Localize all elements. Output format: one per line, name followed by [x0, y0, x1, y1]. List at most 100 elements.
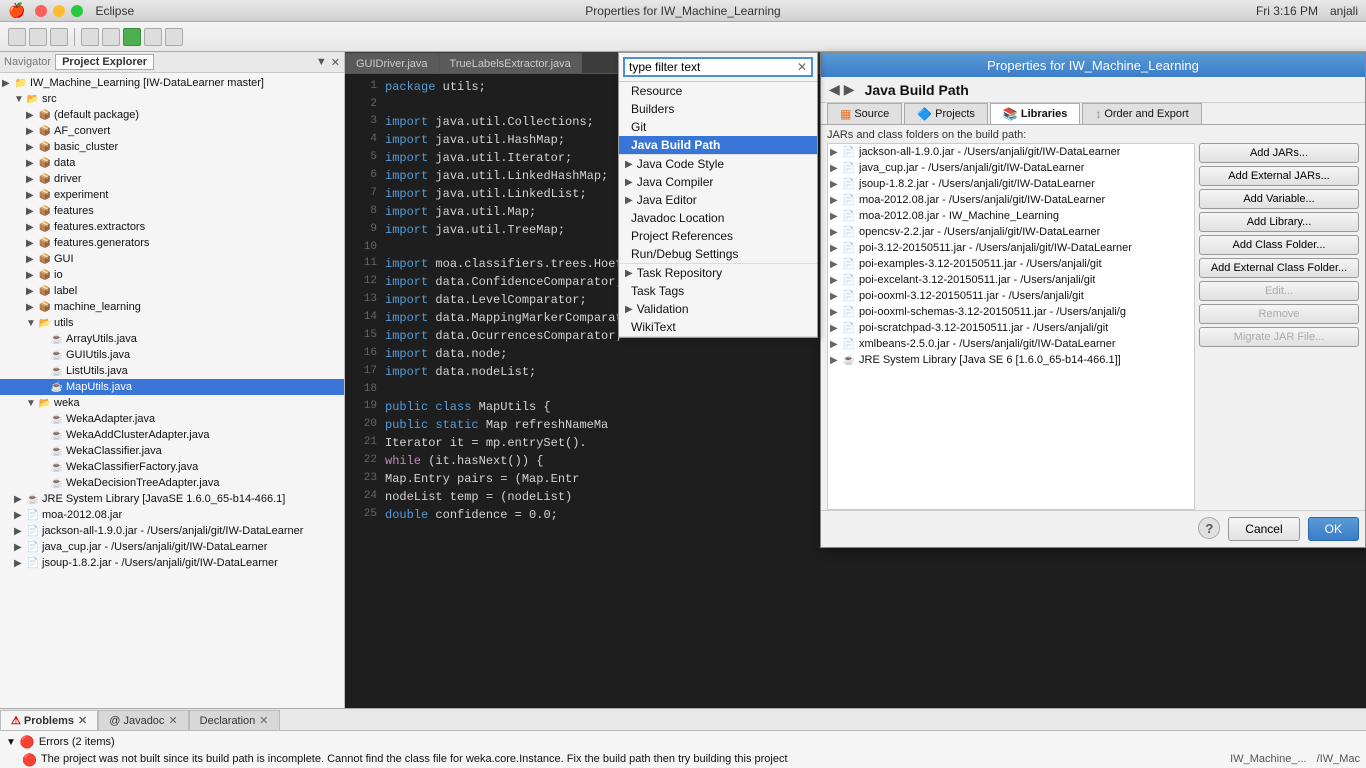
sidebar-item-jackson[interactable]: ▶ 📄 jackson-all-1.9.0.jar - /Users/anjal…: [0, 523, 344, 539]
clear-search-icon[interactable]: ✕: [797, 60, 807, 74]
jar-list[interactable]: ▶ 📄 jackson-all-1.9.0.jar - /Users/anjal…: [827, 143, 1195, 510]
jar-item-poi-ooxml-schemas[interactable]: ▶ 📄 poi-ooxml-schemas-3.12-20150511.jar …: [828, 304, 1194, 320]
jar-item-poi-ooxml[interactable]: ▶ 📄 poi-ooxml-3.12-20150511.jar - /Users…: [828, 288, 1194, 304]
sidebar-item-map-utils[interactable]: ☕ MapUtils.java: [0, 379, 344, 395]
sidebar-item-weka-dt[interactable]: ☕ WekaDecisionTreeAdapter.java: [0, 475, 344, 491]
jar-item-jre[interactable]: ▶ ☕ JRE System Library [Java SE 6 [1.6.0…: [828, 352, 1194, 368]
tab-javadoc[interactable]: @ Javadoc ✕: [98, 710, 188, 730]
menu-item-javadoc[interactable]: Javadoc Location: [619, 209, 817, 227]
help-icon[interactable]: ?: [1198, 517, 1220, 539]
tab-source[interactable]: ▦ Source: [827, 103, 902, 124]
menu-item-task-repo[interactable]: ▶ Task Repository: [619, 264, 817, 282]
sidebar-item-jre[interactable]: ▶ ☕ JRE System Library [JavaSE 1.6.0_65-…: [0, 491, 344, 507]
tree-item-root[interactable]: ▶ 📁 IW_Machine_Learning [IW-DataLearner …: [0, 75, 344, 91]
minimize-button[interactable]: [53, 5, 65, 17]
menu-item-builders[interactable]: Builders: [619, 100, 817, 118]
menu-item-wikitext[interactable]: WikiText: [619, 318, 817, 336]
toolbar-btn-4[interactable]: [81, 28, 99, 46]
toolbar-btn-1[interactable]: [8, 28, 26, 46]
sidebar-item-experiment[interactable]: ▶ 📦 experiment: [0, 187, 344, 203]
menu-item-resource[interactable]: Resource: [619, 82, 817, 100]
sidebar-item-features[interactable]: ▶ 📦 features: [0, 203, 344, 219]
toolbar-btn-7[interactable]: [165, 28, 183, 46]
jar-item-poi-examples[interactable]: ▶ 📄 poi-examples-3.12-20150511.jar - /Us…: [828, 256, 1194, 272]
menu-item-java-editor[interactable]: ▶ Java Editor: [619, 191, 817, 209]
menu-item-run-debug[interactable]: Run/Debug Settings: [619, 245, 817, 263]
tab-libraries[interactable]: 📚 Libraries: [990, 103, 1080, 124]
menu-item-project-refs[interactable]: Project References: [619, 227, 817, 245]
minimize-sidebar-icon[interactable]: ▼: [316, 56, 327, 68]
sidebar-item-ml[interactable]: ▶ 📦 machine_learning: [0, 299, 344, 315]
add-variable-button[interactable]: Add Variable...: [1199, 189, 1359, 209]
declaration-close-icon[interactable]: ✕: [259, 714, 268, 727]
tab-declaration[interactable]: Declaration ✕: [189, 710, 280, 730]
sidebar-item-weka-adapter[interactable]: ☕ WekaAdapter.java: [0, 411, 344, 427]
tab-guidriver[interactable]: GUIDriver.java: [345, 53, 439, 73]
tab-order-export[interactable]: ↕ Order and Export: [1082, 103, 1201, 124]
sidebar-item-src[interactable]: ▼ 📂 src: [0, 91, 344, 107]
jar-item-xmlbeans[interactable]: ▶ 📄 xmlbeans-2.5.0.jar - /Users/anjali/g…: [828, 336, 1194, 352]
sidebar-item-label[interactable]: ▶ 📦 label: [0, 283, 344, 299]
sidebar-item-weka[interactable]: ▼ 📂 weka: [0, 395, 344, 411]
tab-projects[interactable]: 🔷 Projects: [904, 103, 988, 124]
maximize-button[interactable]: [71, 5, 83, 17]
jar-item-jsoup[interactable]: ▶ 📄 jsoup-1.8.2.jar - /Users/anjali/git/…: [828, 176, 1194, 192]
navigator-tab[interactable]: Navigator: [4, 56, 51, 68]
run-button[interactable]: [123, 28, 141, 46]
add-external-jars-button[interactable]: Add External JARs...: [1199, 166, 1359, 186]
sidebar-item-array-utils[interactable]: ☕ ArrayUtils.java: [0, 331, 344, 347]
jar-item-poi-scratchpad[interactable]: ▶ 📄 poi-scratchpad-3.12-20150511.jar - /…: [828, 320, 1194, 336]
jar-item-moa-1[interactable]: ▶ 📄 moa-2012.08.jar - /Users/anjali/git/…: [828, 192, 1194, 208]
toolbar-btn-3[interactable]: [50, 28, 68, 46]
add-jars-button[interactable]: Add JARs...: [1199, 143, 1359, 163]
sidebar-item-default-pkg[interactable]: ▶ 📦 (default package): [0, 107, 344, 123]
sidebar-item-jsoup[interactable]: ▶ 📄 jsoup-1.8.2.jar - /Users/anjali/git/…: [0, 555, 344, 571]
menu-item-java-code-style[interactable]: ▶ Java Code Style: [619, 155, 817, 173]
close-sidebar-icon[interactable]: ✕: [331, 56, 340, 69]
add-library-button[interactable]: Add Library...: [1199, 212, 1359, 232]
sidebar-item-driver[interactable]: ▶ 📦 driver: [0, 171, 344, 187]
problems-close-icon[interactable]: ✕: [78, 714, 87, 727]
migrate-jar-button[interactable]: Migrate JAR File...: [1199, 327, 1359, 347]
sidebar-item-feat-ext[interactable]: ▶ 📦 features.extractors: [0, 219, 344, 235]
sidebar-item-utils[interactable]: ▼ 📂 utils: [0, 315, 344, 331]
tab-problems[interactable]: ⚠ Problems ✕: [0, 710, 98, 730]
tab-truelabels[interactable]: TrueLabelsExtractor.java: [439, 53, 582, 73]
menu-item-java-compiler[interactable]: ▶ Java Compiler: [619, 173, 817, 191]
menu-item-validation[interactable]: ▶ Validation: [619, 300, 817, 318]
jar-item-java-cup[interactable]: ▶ 📄 java_cup.jar - /Users/anjali/git/IW-…: [828, 160, 1194, 176]
sidebar-item-gui[interactable]: ▶ 📦 GUI: [0, 251, 344, 267]
toolbar-btn-2[interactable]: [29, 28, 47, 46]
sidebar-item-list-utils[interactable]: ☕ ListUtils.java: [0, 363, 344, 379]
ok-button[interactable]: OK: [1308, 517, 1359, 541]
add-external-class-folder-button[interactable]: Add External Class Folder...: [1199, 258, 1359, 278]
menu-item-java-build-path[interactable]: Java Build Path: [619, 136, 817, 154]
props-back-icon[interactable]: ◀: [829, 81, 840, 98]
sidebar-item-weka-cls[interactable]: ☕ WekaClassifier.java: [0, 443, 344, 459]
jar-item-opencsv[interactable]: ▶ 📄 opencsv-2.2.jar - /Users/anjali/git/…: [828, 224, 1194, 240]
sidebar-item-moa[interactable]: ▶ 📄 moa-2012.08.jar: [0, 507, 344, 523]
toolbar-btn-5[interactable]: [102, 28, 120, 46]
add-class-folder-button[interactable]: Add Class Folder...: [1199, 235, 1359, 255]
remove-button[interactable]: Remove: [1199, 304, 1359, 324]
menu-item-task-tags[interactable]: Task Tags: [619, 282, 817, 300]
errors-section-header[interactable]: ▼ 🔴 Errors (2 items): [2, 733, 1364, 751]
sidebar-item-feat-gen[interactable]: ▶ 📦 features.generators: [0, 235, 344, 251]
project-explorer-tab[interactable]: Project Explorer: [55, 54, 154, 70]
props-forward-icon[interactable]: ▶: [844, 81, 855, 98]
javadoc-close-icon[interactable]: ✕: [168, 714, 177, 727]
jar-item-poi-excelant[interactable]: ▶ 📄 poi-excelant-3.12-20150511.jar - /Us…: [828, 272, 1194, 288]
sidebar-item-af[interactable]: ▶ 📦 AF_convert: [0, 123, 344, 139]
sidebar-item-io[interactable]: ▶ 📦 io: [0, 267, 344, 283]
close-button[interactable]: [35, 5, 47, 17]
edit-button[interactable]: Edit...: [1199, 281, 1359, 301]
sidebar-item-weka-cls-factory[interactable]: ☕ WekaClassifierFactory.java: [0, 459, 344, 475]
jar-item-jackson[interactable]: ▶ 📄 jackson-all-1.9.0.jar - /Users/anjal…: [828, 144, 1194, 160]
jar-item-moa-2[interactable]: ▶ 📄 moa-2012.08.jar - IW_Machine_Learnin…: [828, 208, 1194, 224]
filter-input[interactable]: [629, 60, 797, 74]
cancel-button[interactable]: Cancel: [1228, 517, 1299, 541]
toolbar-btn-6[interactable]: [144, 28, 162, 46]
sidebar-item-gui-utils[interactable]: ☕ GUIUtils.java: [0, 347, 344, 363]
sidebar-item-basic[interactable]: ▶ 📦 basic_cluster: [0, 139, 344, 155]
sidebar-item-weka-add[interactable]: ☕ WekaAddClusterAdapter.java: [0, 427, 344, 443]
